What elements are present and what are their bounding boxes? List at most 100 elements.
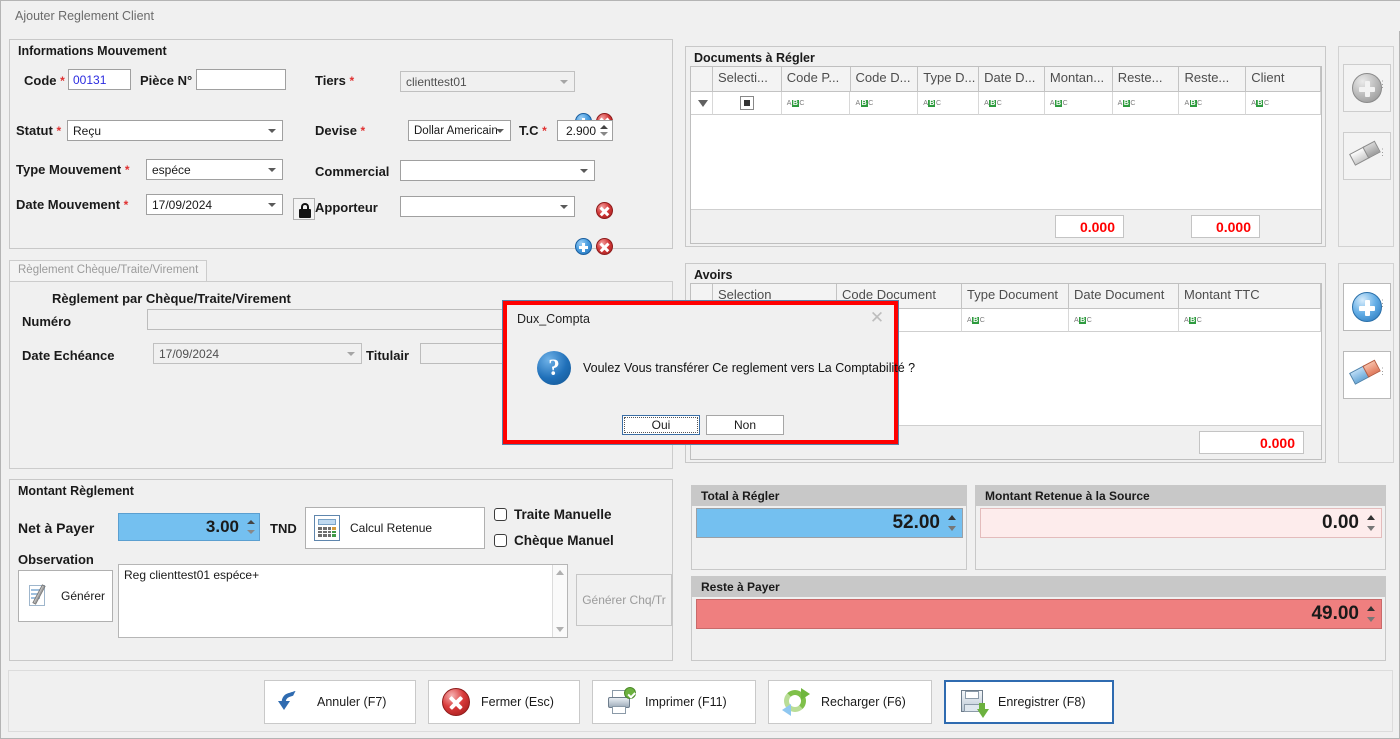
tiers-label: Tiers * <box>315 73 355 88</box>
col-selection[interactable]: Selecti... <box>712 67 782 92</box>
annuler-button[interactable]: Annuler (F7) <box>264 680 416 724</box>
filter-client[interactable]: ABC <box>1246 92 1321 115</box>
spinner-up-icon[interactable] <box>1367 606 1375 611</box>
piece-field[interactable] <box>196 69 286 90</box>
documents-grid-header: Selecti... Code P... Code D... Type D...… <box>691 67 1321 92</box>
imprimer-button[interactable]: Imprimer (F11) <box>592 680 756 724</box>
traite-manuelle-checkbox[interactable] <box>494 508 507 521</box>
documents-add-button[interactable]: ⋮ <box>1343 64 1391 112</box>
generer-label: Générer <box>61 589 106 603</box>
fermer-button[interactable]: Fermer (Esc) <box>428 680 580 724</box>
abc-filter-icon: ABC <box>1184 99 1203 107</box>
col-type-d[interactable]: Type D... <box>918 67 980 92</box>
filter-code-d[interactable]: ABC <box>850 92 919 115</box>
statut-combo[interactable]: Reçu <box>67 120 283 141</box>
dialog-yes-button[interactable]: Oui <box>622 415 700 435</box>
date-echeance-label: Date Echéance <box>22 348 115 363</box>
apporteur-combo[interactable] <box>400 196 575 217</box>
filter-type-d[interactable]: ABC <box>918 92 980 115</box>
close-icon[interactable]: ✕ <box>868 309 886 327</box>
col-avoir-type-document[interactable]: Type Document <box>962 284 1069 309</box>
calcul-retenue-label: Calcul Retenue <box>350 521 433 535</box>
code-field[interactable]: 00131 <box>68 69 131 90</box>
devise-label: Devise * <box>315 123 366 138</box>
spinner-up-icon[interactable] <box>1367 515 1375 520</box>
total-a-regler-field[interactable]: 52.00 <box>696 508 963 538</box>
filter-reste-1[interactable]: ABC <box>1112 92 1180 115</box>
documents-filter-row[interactable]: ABC ABC ABC ABC ABC ABC ABC ABC <box>691 92 1321 115</box>
spinner-up-icon[interactable] <box>247 520 255 524</box>
spinner-down-icon[interactable] <box>948 526 956 531</box>
total-a-regler-value: 52.00 <box>892 512 940 533</box>
tiers-combo[interactable]: clienttest01 <box>400 71 575 92</box>
col-code-p[interactable]: Code P... <box>781 67 851 92</box>
col-montant[interactable]: Montan... <box>1044 67 1113 92</box>
col-reste-2[interactable]: Reste... <box>1179 67 1247 92</box>
commercial-combo[interactable] <box>400 160 595 181</box>
recharger-button[interactable]: Recharger (F6) <box>768 680 932 724</box>
apporteur-add-button[interactable] <box>575 238 592 255</box>
spinner-down-icon[interactable] <box>1367 526 1375 531</box>
filter-montant[interactable]: ABC <box>1044 92 1113 115</box>
calcul-retenue-button[interactable]: Calcul Retenue <box>305 507 485 549</box>
dialog-no-button[interactable]: Non <box>706 415 784 435</box>
spinner-down-icon[interactable] <box>1367 617 1375 622</box>
col-avoir-montant-ttc[interactable]: Montant TTC <box>1179 284 1321 309</box>
reste-a-payer-field[interactable]: 49.00 <box>696 599 1382 629</box>
type-mouvement-label: Type Mouvement * <box>16 162 130 177</box>
numero-label: Numéro <box>22 314 72 329</box>
filter-select-all[interactable] <box>712 92 782 115</box>
col-client[interactable]: Client <box>1246 67 1321 92</box>
reste-a-payer-label: Reste à Payer <box>692 577 1385 597</box>
generer-chq-tr-button[interactable]: Générer Chq/Tr <box>576 574 672 626</box>
filter-avoir-date-document[interactable]: ABC <box>1069 309 1179 332</box>
traite-manuelle-row[interactable]: Traite Manuelle <box>494 507 612 522</box>
enregistrer-button[interactable]: Enregistrer (F8) <box>944 680 1114 724</box>
spinner-up-icon[interactable] <box>600 125 608 129</box>
abc-filter-icon: ABC <box>923 99 942 107</box>
filter-avoir-type-document[interactable]: ABC <box>962 309 1069 332</box>
devise-combo[interactable]: Dollar Americain <box>408 120 511 141</box>
filter-code-p[interactable]: ABC <box>781 92 851 115</box>
col-reste-1[interactable]: Reste... <box>1112 67 1180 92</box>
add-icon <box>575 238 592 255</box>
currency-label: TND <box>270 521 297 536</box>
avoirs-erase-button[interactable]: ⋮ <box>1343 351 1391 399</box>
cheque-manuel-checkbox[interactable] <box>494 534 507 547</box>
chevron-down-icon <box>496 128 504 133</box>
avoirs-add-button[interactable]: ⋮ <box>1343 283 1391 331</box>
commercial-clear-button[interactable] <box>596 202 613 219</box>
documents-erase-button[interactable]: ⋮ <box>1343 132 1391 180</box>
documents-grid[interactable]: Selecti... Code P... Code D... Type D...… <box>690 66 1322 244</box>
montant-retenue-field[interactable]: 0.00 <box>980 508 1382 538</box>
spinner-down-icon[interactable] <box>247 530 255 534</box>
generer-button[interactable]: Générer <box>18 570 113 622</box>
filter-avoir-montant-ttc[interactable]: ABC <box>1179 309 1321 332</box>
tc-spinner[interactable]: 2.900 <box>557 120 613 141</box>
col-date-d[interactable]: Date D... <box>979 67 1045 92</box>
observation-textarea[interactable]: Reg clienttest01 espéce+ <box>118 564 568 638</box>
type-mouvement-combo[interactable]: espéce <box>146 159 283 180</box>
spinner-up-icon[interactable] <box>948 515 956 520</box>
tab-reglement-cheque[interactable]: Règlement Chèque/Traite/Virement <box>9 260 208 281</box>
apporteur-clear-button[interactable] <box>596 238 613 255</box>
net-a-payer-label: Net à Payer <box>18 520 95 536</box>
col-code-d[interactable]: Code D... <box>850 67 919 92</box>
filter-toggle[interactable] <box>691 92 713 115</box>
filter-reste-2[interactable]: ABC <box>1179 92 1247 115</box>
action-toolbar: Annuler (F7) Fermer (Esc) Imprimer (F11)… <box>8 670 1393 732</box>
col-corner <box>691 67 713 92</box>
net-a-payer-field[interactable]: 3.00 <box>118 513 260 541</box>
filter-date-d[interactable]: ABC <box>979 92 1045 115</box>
calendar-dropdown-icon <box>347 351 355 356</box>
select-all-checkbox <box>739 96 754 110</box>
lock-button[interactable] <box>293 198 315 220</box>
cheque-manuel-label: Chèque Manuel <box>514 533 614 548</box>
date-echeance-field[interactable]: 17/09/2024 <box>153 343 362 364</box>
col-avoir-date-document[interactable]: Date Document <box>1069 284 1179 309</box>
calculator-icon <box>314 515 340 541</box>
cheque-manuel-row[interactable]: Chèque Manuel <box>494 533 614 548</box>
spinner-down-icon[interactable] <box>600 132 608 136</box>
date-mouvement-field[interactable]: 17/09/2024 <box>146 194 283 215</box>
observation-scrollbar[interactable] <box>552 565 567 637</box>
